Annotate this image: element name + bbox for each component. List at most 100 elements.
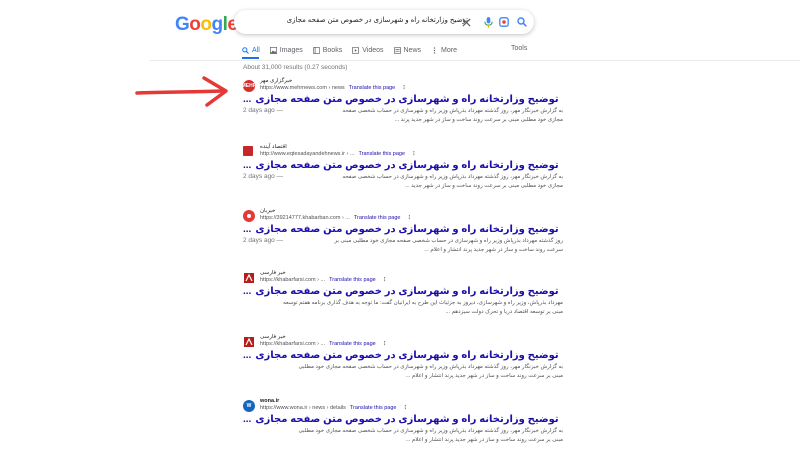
microphone-icon[interactable] [480, 14, 496, 30]
tab-label: Books [322, 46, 343, 54]
tab-label: All [252, 46, 260, 54]
url-text: https://www.wona.ir › news › details [260, 405, 346, 411]
clear-icon[interactable] [458, 14, 474, 30]
site-name[interactable]: wona.ir [260, 398, 279, 404]
site-name[interactable]: اقتصاد آینده [260, 144, 287, 150]
favicon-icon[interactable]: MEHR [242, 80, 256, 92]
favicon-icon[interactable] [243, 336, 255, 348]
more-options-icon[interactable]: ⋮ [411, 151, 417, 157]
tab-news[interactable]: News [393, 44, 422, 56]
result-title[interactable]: ... توضیح وزارتخانه راه و شهرسازی در خصوص… [243, 414, 563, 425]
snippet-line: به گزارش خبرنگار مهر، روز گذشته مهرداد ب… [298, 364, 563, 370]
tab-all[interactable]: All [242, 44, 260, 56]
snippet-line: به گزارش خبرنگار مهر، روز گذشته مهرداد ب… [342, 174, 563, 180]
translate-link[interactable]: Translate this page [329, 277, 376, 283]
title-text: توضیح وزارتخانه راه و شهرسازی در خصوص مت… [255, 414, 559, 425]
favicon-icon[interactable] [243, 146, 253, 156]
tab-more[interactable]: More [431, 44, 457, 56]
title-ellipsis: ... [243, 286, 252, 297]
title-ellipsis: ... [243, 414, 252, 425]
title-ellipsis: ... [243, 224, 252, 235]
site-name[interactable]: خبرگزاری مهر [260, 78, 292, 84]
url-text: https://khabarfarsi.com › ... [260, 277, 326, 283]
snippet-line: مجازی خود مطلبی مبنی بر سرعت روند ساخت و… [405, 183, 563, 189]
title-ellipsis: ... [243, 160, 252, 171]
tab-videos[interactable]: Videos [352, 44, 384, 56]
more-options-icon[interactable]: ⋮ [402, 405, 408, 411]
snippet-line: به گزارش خبرنگار مهر، روز گذشته مهرداد ب… [342, 108, 563, 114]
title-text: توضیح وزارتخانه راه و شهرسازی در خصوص مت… [255, 94, 559, 105]
video-icon [352, 46, 360, 54]
result-title[interactable]: ... توضیح وزارتخانه راه و شهرسازی در خصوص… [243, 160, 563, 171]
tools-button[interactable]: Tools [511, 45, 527, 52]
title-text: توضیح وزارتخانه راه و شهرسازی در خصوص مت… [255, 286, 559, 297]
more-options-icon[interactable]: ⋮ [382, 277, 388, 283]
more-options-icon[interactable]: ⋮ [382, 341, 388, 347]
result-title[interactable]: ... توضیح وزارتخانه راه و شهرسازی در خصوص… [243, 94, 563, 105]
google-logo[interactable]: Google [175, 14, 238, 36]
url-text: https://39214777.khabarban.com › ... [260, 215, 350, 221]
active-tab-indicator [242, 57, 259, 59]
results-count: About 31,000 results (0.27 seconds) [243, 64, 348, 71]
tab-label: News [403, 46, 422, 54]
news-icon [393, 46, 401, 54]
lens-icon[interactable] [496, 14, 512, 30]
snippet-line: سرعت روند ساخت و ساز در شهر جدید پرند ان… [424, 247, 563, 253]
search-icon [242, 46, 249, 54]
snippet-line: روز گذشته مهرداد بذرپاش وزیر راه و شهرسا… [334, 238, 563, 244]
url-text: https://khabarfarsi.com › ... [260, 341, 326, 347]
result-title[interactable]: ... توضیح وزارتخانه راه و شهرسازی در خصوص… [243, 224, 563, 235]
more-options-icon[interactable]: ⋮ [401, 85, 407, 91]
translate-link[interactable]: Translate this page [358, 151, 405, 157]
title-text: توضیح وزارتخانه راه و شهرسازی در خصوص مت… [255, 160, 559, 171]
result-title[interactable]: ... توضیح وزارتخانه راه و شهرسازی در خصوص… [243, 286, 563, 297]
snippet-line: مبنی بر سرعت روند ساخت و ساز در شهر جدید… [405, 437, 563, 443]
site-url[interactable]: https://39214777.khabarban.com › ... Tran… [260, 215, 412, 221]
logo-letter: o [200, 14, 212, 35]
title-ellipsis: ... [243, 350, 252, 361]
site-url[interactable]: https://khabarfarsi.com › ... Translate t… [260, 277, 387, 283]
title-text: توضیح وزارتخانه راه و شهرسازی در خصوص مت… [255, 224, 559, 235]
site-name[interactable]: خبربان [260, 208, 275, 214]
site-url[interactable]: https://khabarfarsi.com › ... Translate t… [260, 341, 387, 347]
url-text: http://www.eqtesadayandehnews.ir › ... [260, 151, 355, 157]
site-url[interactable]: http://www.eqtesadayandehnews.ir › ... Tr… [260, 151, 417, 157]
tab-label: More [441, 46, 457, 54]
translate-link[interactable]: Translate this page [354, 215, 401, 221]
divider [150, 60, 800, 61]
translate-link[interactable]: Translate this page [329, 341, 376, 347]
logo-letter: g [211, 14, 224, 35]
favicon-icon[interactable]: W [243, 400, 255, 412]
title-text: توضیح وزارتخانه راه و شهرسازی در خصوص مت… [255, 350, 559, 361]
snippet-line: مهرداد بذرپاش، وزیر راه و شهرسازی، دیروز… [283, 300, 563, 306]
logo-letter: o [189, 14, 201, 35]
search-input[interactable]: توضیح وزارتخانه راه و شهرسازی در خصوص مت… [284, 16, 468, 24]
translate-link[interactable]: Translate this page [349, 85, 396, 91]
snippet-line: مجازی خود مطلبی مبنی بر سرعت روند ساخت و… [394, 117, 563, 123]
search-tabs: All Images Books Videos News More [242, 44, 467, 56]
tab-images[interactable]: Images [269, 44, 303, 56]
url-text: https://www.mehrnews.com › news [260, 85, 345, 91]
favicon-icon[interactable] [243, 210, 255, 222]
tab-books[interactable]: Books [313, 44, 342, 56]
site-url[interactable]: https://www.wona.ir › news › details Tran… [260, 405, 408, 411]
tab-label: Videos [362, 46, 384, 54]
site-name[interactable]: خبر فارسی [260, 270, 286, 276]
favicon-icon[interactable] [243, 272, 255, 284]
snippet-line: مبنی بر توسعه اقتصاد دریا و تحرک دولت سی… [445, 309, 563, 315]
snippet-line: به گزارش خبرنگار مهر، روز گذشته مهرداد ب… [298, 428, 563, 434]
book-icon [313, 46, 320, 54]
more-options-icon[interactable]: ⋮ [406, 215, 412, 221]
search-icon[interactable] [514, 14, 530, 30]
snippet-line: مبنی بر سرعت روند ساخت و ساز در شهر جدید… [405, 373, 563, 379]
result-title[interactable]: ... توضیح وزارتخانه راه و شهرسازی در خصوص… [243, 350, 563, 361]
search-box[interactable]: توضیح وزارتخانه راه و شهرسازی در خصوص مت… [234, 10, 534, 34]
logo-letter: G [175, 14, 190, 35]
title-ellipsis: ... [243, 94, 252, 105]
translate-link[interactable]: Translate this page [350, 405, 397, 411]
more-icon [433, 46, 436, 54]
site-url[interactable]: https://www.mehrnews.com › news Translate… [260, 85, 407, 91]
tab-label: Images [279, 46, 303, 54]
site-name[interactable]: خبر فارسی [260, 334, 286, 340]
image-icon [269, 46, 277, 54]
